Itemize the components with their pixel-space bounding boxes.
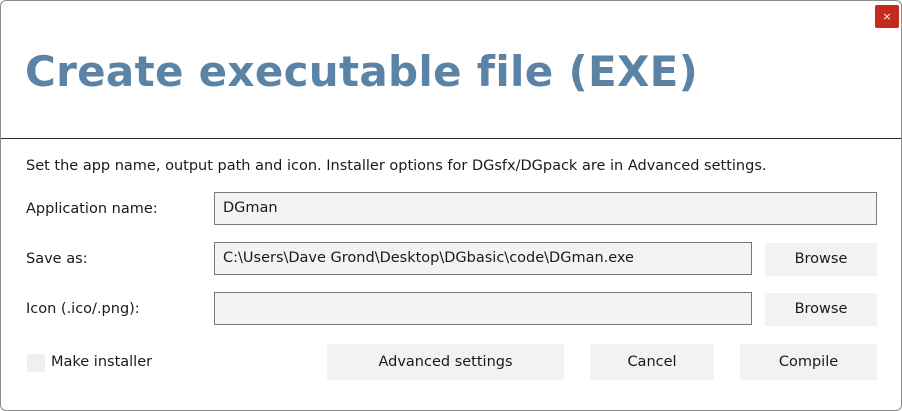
save-as-browse-button[interactable]: Browse (765, 243, 877, 276)
save-as-label: Save as: (26, 251, 88, 267)
icon-browse-button[interactable]: Browse (765, 293, 877, 326)
dialog-header: Create executable file (EXE) (1, 1, 901, 139)
app-name-label: Application name: (26, 201, 158, 217)
cancel-button[interactable]: Cancel (590, 344, 714, 380)
app-name-input[interactable]: DGman (214, 192, 877, 225)
icon-label: Icon (.ico/.png): (26, 301, 140, 317)
make-installer-label[interactable]: Make installer (51, 354, 152, 370)
dialog-title: Create executable file (EXE) (25, 47, 699, 96)
advanced-settings-button[interactable]: Advanced settings (327, 344, 564, 380)
save-as-input[interactable]: C:\Users\Dave Grond\Desktop\DGbasic\code… (214, 242, 752, 275)
icon-path-input[interactable] (214, 292, 752, 325)
make-installer-checkbox[interactable] (27, 354, 45, 372)
dialog-description: Set the app name, output path and icon. … (26, 158, 767, 174)
create-exe-dialog: × Create executable file (EXE) Set the a… (0, 0, 902, 411)
compile-button[interactable]: Compile (740, 344, 877, 380)
